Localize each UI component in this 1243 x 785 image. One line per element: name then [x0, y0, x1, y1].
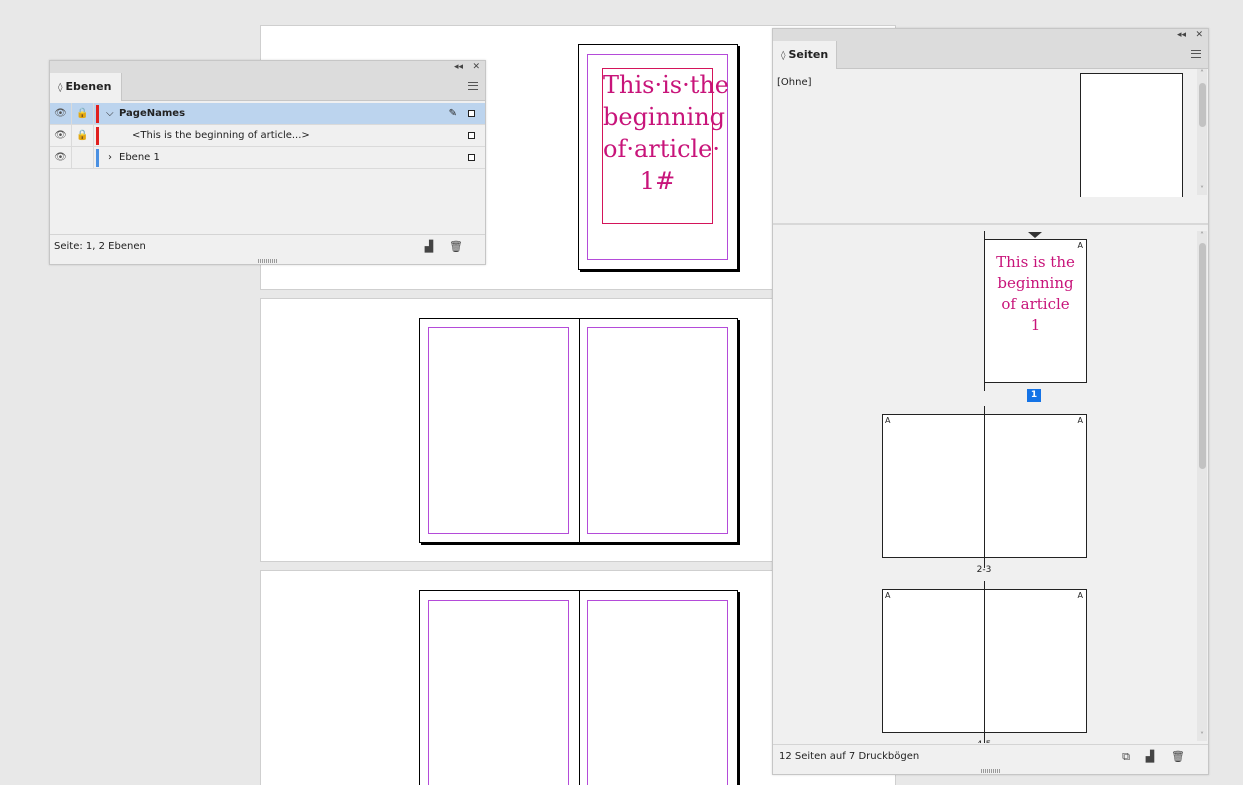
panel-topbar: ◂◂ ✕ [773, 29, 1208, 41]
margin-guide [428, 600, 569, 785]
updown-icon: ◊ [58, 83, 63, 93]
article-text-line: of·article· [603, 135, 721, 163]
page-size-icon[interactable]: ⧉ [1120, 750, 1132, 763]
article-text-line: beginning [603, 103, 726, 131]
layer-color-swatch [96, 127, 99, 145]
tab-seiten[interactable]: ◊ Seiten [773, 41, 837, 69]
layer-name: PageNames [119, 108, 186, 119]
pages-list-area: A This is the beginning of article 1 1 A… [773, 227, 1208, 743]
layer-color-swatch [96, 149, 99, 167]
trash-icon[interactable]: 🗑 [1171, 750, 1185, 763]
article-text-frame[interactable]: This·is·the beginning of·article· 1# [602, 68, 730, 224]
margin-guide [428, 327, 569, 534]
document-page-1[interactable]: This·is·the beginning of·article· 1# [578, 44, 738, 270]
pages-status-text: 12 Seiten auf 7 Druckbögen [779, 751, 920, 762]
layers-panel: ◂◂ ✕ ◊ Ebenen 👁 🔒 ⌵ PageNames ✎ 👁 🔒 <This… [49, 60, 486, 265]
collapse-icon[interactable]: ◂◂ [454, 61, 463, 73]
master-letter: A [1077, 416, 1083, 425]
lock-icon[interactable]: 🔒 [72, 125, 94, 147]
document-spread-4-5[interactable] [419, 590, 738, 785]
scroll-down-icon[interactable]: ˅ [1197, 731, 1207, 741]
master-letter: A [885, 416, 891, 425]
close-icon[interactable]: ✕ [1195, 29, 1203, 41]
pages-scrollbar[interactable]: ˄ ˅ [1197, 231, 1207, 741]
eye-icon[interactable]: 👁 [50, 147, 72, 169]
spread-label: 2-3 [976, 565, 992, 575]
scroll-up-icon[interactable]: ˄ [1197, 69, 1207, 79]
updown-icon: ◊ [781, 51, 786, 61]
scroll-thumb[interactable] [1199, 243, 1206, 469]
collapse-icon[interactable]: ◂◂ [1177, 29, 1186, 41]
scroll-up-icon[interactable]: ˄ [1197, 231, 1207, 241]
margin-guide [587, 327, 728, 534]
master-thumbnail[interactable] [1080, 73, 1183, 197]
page-number-badge[interactable]: 1 [1027, 389, 1041, 402]
pen-icon: ✎ [448, 108, 457, 119]
master-letter: A [885, 591, 891, 600]
thumbnail-text: This is the beginning of article 1 [985, 252, 1086, 336]
layer-row-pagenames[interactable]: 👁 🔒 ⌵ PageNames ✎ [50, 103, 485, 125]
tab-label: Seiten [788, 48, 829, 61]
spine-line [984, 406, 985, 568]
tab-label: Ebenen [65, 80, 112, 93]
master-letter: A [1077, 241, 1083, 250]
tab-row: ◊ Seiten [773, 41, 1208, 69]
pages-panel: ◂◂ ✕ ◊ Seiten [Ohne] ˄ ˅ A This is the be… [772, 28, 1209, 775]
tab-ebenen[interactable]: ◊ Ebenen [50, 73, 123, 101]
thumbnail-text-line: This is the [996, 253, 1075, 271]
pages-footer: 12 Seiten auf 7 Druckbögen ⧉ ▟ 🗑 [773, 744, 1208, 768]
panel-topbar: ◂◂ ✕ [50, 61, 485, 73]
thumbnail-text-line: of article [1001, 295, 1070, 313]
lock-cell[interactable] [72, 147, 94, 169]
layers-status-text: Seite: 1, 2 Ebenen [54, 241, 146, 252]
trash-icon[interactable]: 🗑 [449, 240, 463, 253]
document-spread-2-3[interactable] [419, 318, 738, 543]
selection-square-icon[interactable] [468, 154, 475, 161]
thumbnail-text-line: beginning [997, 274, 1074, 292]
tab-row: ◊ Ebenen [50, 73, 485, 101]
lock-icon[interactable]: 🔒 [72, 103, 94, 125]
master-pages-area: [Ohne] ˄ ˅ [773, 69, 1208, 225]
eye-icon[interactable]: 👁 [50, 103, 72, 125]
scroll-down-icon[interactable]: ˅ [1197, 185, 1207, 195]
spine-line [984, 231, 985, 391]
spread-label: 4-5 [969, 740, 999, 743]
master-none-label[interactable]: [Ohne] [777, 77, 812, 88]
panel-menu-icon[interactable] [468, 82, 478, 90]
layer-name: Ebene 1 [119, 152, 160, 163]
resize-grip[interactable] [257, 259, 278, 263]
close-icon[interactable]: ✕ [472, 61, 480, 73]
panel-menu-icon[interactable] [1191, 50, 1201, 58]
article-text-line: This·is·the [603, 71, 730, 99]
layer-row-article[interactable]: 👁 🔒 <This is the beginning of article...… [50, 125, 485, 147]
spine-line [984, 581, 985, 743]
new-layer-icon[interactable]: ▟ [423, 240, 435, 253]
page-thumbnail-1[interactable]: A This is the beginning of article 1 [984, 239, 1087, 383]
margin-guide [587, 600, 728, 785]
expand-chevron-icon[interactable]: ⌵ [106, 103, 114, 125]
resize-grip[interactable] [980, 769, 1001, 773]
layer-row-ebene1[interactable]: 👁 › Ebene 1 [50, 147, 485, 169]
layer-color-swatch [96, 105, 99, 123]
layers-footer: Seite: 1, 2 Ebenen ▟ 🗑 [50, 234, 485, 258]
thumbnail-text-line: 1 [1030, 316, 1041, 334]
layer-name: <This is the beginning of article...> [132, 130, 310, 141]
article-text-line: 1# [639, 167, 676, 195]
expand-chevron-icon[interactable]: › [108, 147, 112, 169]
selection-square-icon[interactable] [468, 132, 475, 139]
new-page-icon[interactable]: ▟ [1144, 750, 1156, 763]
eye-icon[interactable]: 👁 [50, 125, 72, 147]
master-letter: A [1077, 591, 1083, 600]
spread-marker-icon [1028, 232, 1042, 238]
scroll-thumb[interactable] [1199, 83, 1206, 127]
master-scrollbar[interactable]: ˄ ˅ [1197, 69, 1207, 195]
selection-square-icon[interactable] [468, 110, 475, 117]
